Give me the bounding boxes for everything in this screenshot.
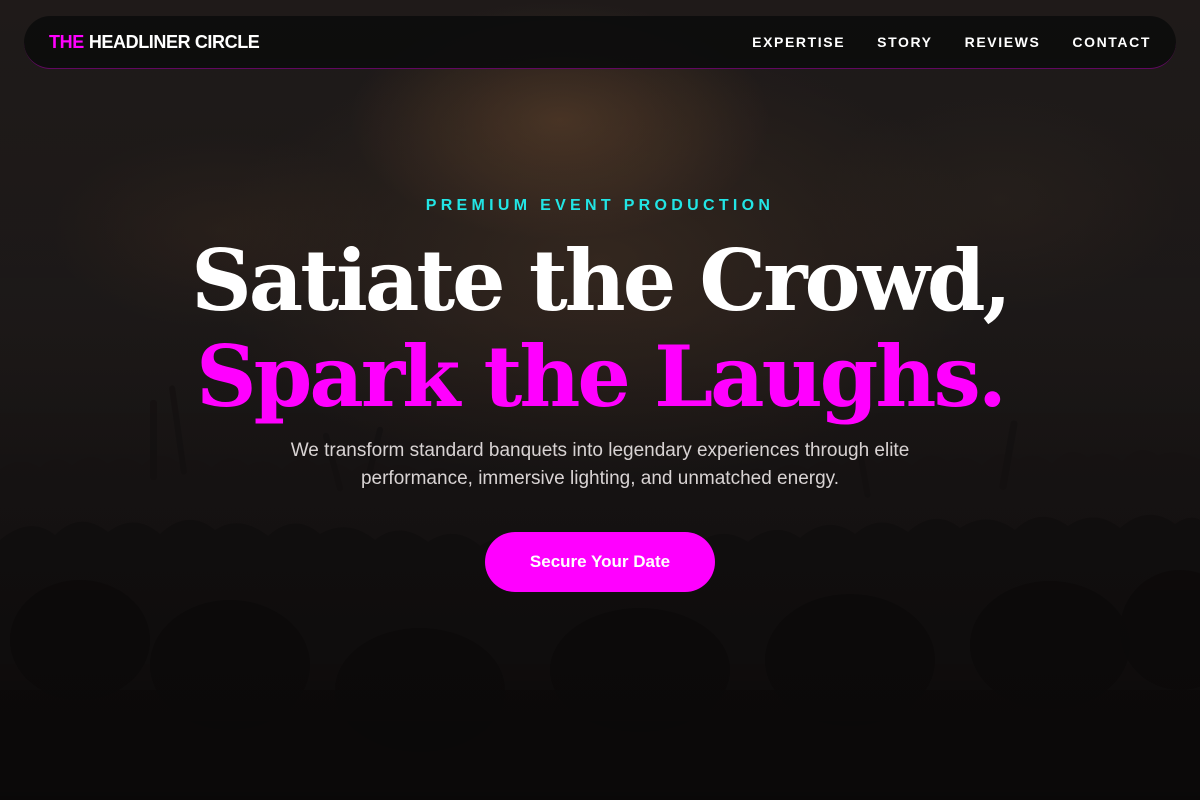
hero-headline-line1: Satiate the Crowd, (191, 231, 1012, 330)
hero-eyebrow: PREMIUM EVENT PRODUCTION (425, 197, 775, 214)
hero-headline: Satiate the Crowd, Spark the Laughs. (191, 231, 1012, 426)
hero-subtitle: We transform standard banquets into lege… (290, 440, 910, 489)
hero-headline-line2: Spark the Laughs. (196, 327, 1007, 426)
hero-section: PREMIUM EVENT PRODUCTION Satiate the Cro… (0, 0, 1200, 800)
secure-date-button[interactable]: Secure Your Date (485, 532, 715, 592)
